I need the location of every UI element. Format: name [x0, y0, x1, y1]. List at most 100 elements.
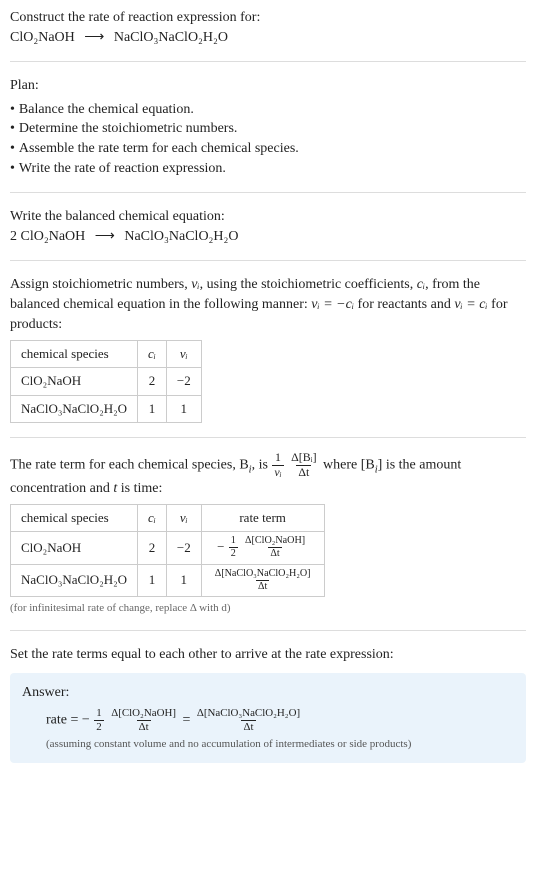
- table-row: NaClO₃NaClO₂H₂O 1 1: [11, 395, 202, 422]
- col-header-c: cᵢ: [138, 341, 167, 368]
- denominator: Δt: [296, 465, 311, 479]
- cell-c: 1: [138, 395, 167, 422]
- fraction: 1νᵢ: [272, 452, 283, 479]
- text-fragment: Assign stoichiometric numbers,: [10, 277, 191, 292]
- denominator: Δt: [268, 547, 281, 559]
- rate-expr: − 12 Δ[ClO₂NaOH]Δt: [217, 539, 308, 554]
- bullet-icon: •: [10, 100, 15, 120]
- cell-nu: −2: [166, 532, 201, 564]
- eq-products: νᵢ = cᵢ: [454, 297, 487, 312]
- rate-term-text: The rate term for each chemical species,…: [10, 452, 526, 498]
- numerator: Δ[NaClO₃NaClO₂H₂O]: [213, 569, 313, 580]
- plan-section: Plan: •Balance the chemical equation. •D…: [10, 76, 526, 193]
- cell-c: 1: [138, 564, 167, 596]
- cell-nu: 1: [166, 395, 201, 422]
- balanced-equation: 2 ClO₂NaOH ⟶ NaClO₃NaClO₂H₂O: [10, 227, 526, 247]
- reactant: 2 ClO₂NaOH: [10, 229, 85, 244]
- text-fragment: for reactants and: [354, 297, 454, 312]
- table-row: ClO₂NaOH 2 −2 − 12 Δ[ClO₂NaOH]Δt: [11, 532, 325, 564]
- fraction: 12: [94, 708, 103, 733]
- denominator: Δt: [256, 580, 269, 592]
- numerator: Δ[ClO₂NaOH]: [109, 708, 178, 720]
- numerator: 1: [94, 708, 103, 720]
- fraction: Δ[Bᵢ]Δt: [289, 452, 318, 479]
- prompt-text: Construct the rate of reaction expressio…: [10, 8, 526, 28]
- cell-c: 2: [138, 368, 167, 395]
- table-header-row: chemical species cᵢ νᵢ: [11, 341, 202, 368]
- denominator: 2: [229, 547, 238, 559]
- arrow-icon: ⟶: [95, 227, 115, 247]
- plan-item-text: Determine the stoichiometric numbers.: [19, 119, 238, 139]
- rate-prefix: rate = −: [46, 713, 90, 728]
- plan-item: •Write the rate of reaction expression.: [10, 159, 526, 179]
- denominator: 2: [94, 720, 103, 733]
- cell-species: ClO₂NaOH: [11, 368, 138, 395]
- plan-title: Plan:: [10, 76, 526, 96]
- answer-label: Answer:: [22, 683, 514, 703]
- balanced-section: Write the balanced chemical equation: 2 …: [10, 207, 526, 261]
- answer-note: (assuming constant volume and no accumul…: [46, 737, 514, 752]
- eq-reactants: νᵢ = −cᵢ: [311, 297, 354, 312]
- numerator: 1: [229, 536, 238, 547]
- denominator: Δt: [137, 720, 151, 733]
- product: NaClO₃NaClO₂H₂O: [114, 30, 228, 45]
- fraction: 12: [229, 536, 238, 559]
- intro-section: Construct the rate of reaction expressio…: [10, 8, 526, 62]
- infinitesimal-note: (for infinitesimal rate of change, repla…: [10, 601, 526, 616]
- fraction: Δ[NaClO₃NaClO₂H₂O]Δt: [195, 708, 302, 733]
- nu-i: νᵢ: [191, 277, 199, 292]
- plan-item-text: Assemble the rate term for each chemical…: [19, 139, 299, 159]
- final-section: Set the rate terms equal to each other t…: [10, 645, 526, 762]
- answer-box: Answer: rate = − 12 Δ[ClO₂NaOH]Δt = Δ[Na…: [10, 673, 526, 763]
- fraction: Δ[NaClO₃NaClO₂H₂O]Δt: [213, 569, 313, 592]
- col-header-rate: rate term: [201, 505, 324, 532]
- cell-nu: −2: [166, 368, 201, 395]
- neg-sign: −: [217, 539, 224, 554]
- reactant: ClO₂NaOH: [10, 30, 75, 45]
- col-header-species: chemical species: [11, 505, 138, 532]
- cell-species: NaClO₃NaClO₂H₂O: [11, 395, 138, 422]
- c-i: cᵢ: [417, 277, 425, 292]
- plan-item: •Assemble the rate term for each chemica…: [10, 139, 526, 159]
- rate-expression: rate = − 12 Δ[ClO₂NaOH]Δt = Δ[NaClO₃NaCl…: [46, 708, 514, 733]
- plan-list: •Balance the chemical equation. •Determi…: [10, 100, 526, 178]
- bullet-icon: •: [10, 159, 15, 179]
- col-header-c: cᵢ: [138, 505, 167, 532]
- table-header-row: chemical species cᵢ νᵢ rate term: [11, 505, 325, 532]
- text-fragment: , using the stoichiometric coefficients,: [200, 277, 417, 292]
- numerator: Δ[NaClO₃NaClO₂H₂O]: [195, 708, 302, 720]
- plan-item: •Balance the chemical equation.: [10, 100, 526, 120]
- table-row: NaClO₃NaClO₂H₂O 1 1 Δ[NaClO₃NaClO₂H₂O]Δt: [11, 564, 325, 596]
- fraction: Δ[ClO₂NaOH]Δt: [243, 536, 307, 559]
- plan-item-text: Write the rate of reaction expression.: [19, 159, 226, 179]
- plan-item-text: Balance the chemical equation.: [19, 100, 194, 120]
- cell-nu: 1: [166, 564, 201, 596]
- bullet-icon: •: [10, 119, 15, 139]
- plan-item: •Determine the stoichiometric numbers.: [10, 119, 526, 139]
- cell-rate-term: Δ[NaClO₃NaClO₂H₂O]Δt: [201, 564, 324, 596]
- text-fragment: The rate term for each chemical species,…: [10, 457, 249, 472]
- stoich-section: Assign stoichiometric numbers, νᵢ, using…: [10, 275, 526, 437]
- cell-species: ClO₂NaOH: [11, 532, 138, 564]
- col-header-nu: νᵢ: [166, 505, 201, 532]
- col-header-species: chemical species: [11, 341, 138, 368]
- rate-term-formula: 1νᵢ Δ[Bᵢ]Δt: [271, 457, 323, 472]
- fraction: Δ[ClO₂NaOH]Δt: [109, 708, 178, 733]
- unbalanced-equation: ClO₂NaOH ⟶ NaClO₃NaClO₂H₂O: [10, 28, 526, 48]
- product: NaClO₃NaClO₂H₂O: [124, 229, 238, 244]
- bullet-icon: •: [10, 139, 15, 159]
- balanced-title: Write the balanced chemical equation:: [10, 207, 526, 227]
- text-fragment: , is: [252, 457, 272, 472]
- arrow-icon: ⟶: [84, 28, 104, 48]
- text-fragment: where [B: [323, 457, 375, 472]
- cell-c: 2: [138, 532, 167, 564]
- rate-term-table: chemical species cᵢ νᵢ rate term ClO₂NaO…: [10, 504, 325, 597]
- numerator: Δ[ClO₂NaOH]: [243, 536, 307, 547]
- final-title: Set the rate terms equal to each other t…: [10, 645, 526, 665]
- cell-species: NaClO₃NaClO₂H₂O: [11, 564, 138, 596]
- text-fragment: is time:: [117, 481, 162, 496]
- rate-term-section: The rate term for each chemical species,…: [10, 452, 526, 632]
- rate-expr: Δ[NaClO₃NaClO₂H₂O]Δt: [212, 571, 314, 586]
- numerator: Δ[Bᵢ]: [289, 452, 318, 465]
- col-header-nu: νᵢ: [166, 341, 201, 368]
